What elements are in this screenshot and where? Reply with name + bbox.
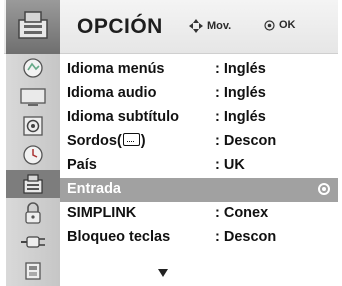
audio-icon xyxy=(23,116,43,136)
header-icon-box xyxy=(6,0,60,54)
row-label-suffix: ) xyxy=(140,133,146,149)
move-hint-label: Mov. xyxy=(207,20,232,32)
category-sidebar xyxy=(6,54,60,286)
row-value: : Inglés xyxy=(215,85,266,101)
row-label: País xyxy=(67,157,97,173)
option-menu-window: OPCIÓN Mov. OK Idioma menús: Inglés Idi… xyxy=(4,0,338,286)
option-list: Idioma menús : Inglés Idioma audio : Ing… xyxy=(60,58,338,250)
page-title: OPCIÓN xyxy=(77,15,163,38)
menu-row-input[interactable]: Entrada xyxy=(60,178,338,202)
sidebar-item-time[interactable] xyxy=(6,141,60,169)
screen-icon xyxy=(20,88,46,106)
menu-row-key-lock[interactable]: Bloqueo teclas : Descon xyxy=(60,226,338,250)
usb-icon xyxy=(25,262,41,280)
input-plug-icon xyxy=(21,236,45,248)
ok-button-icon xyxy=(264,19,275,31)
row-value: : Descon xyxy=(215,229,277,245)
menu-row-simplink[interactable]: SIMPLINK : Conex xyxy=(60,202,338,226)
menu-row-audio-language[interactable]: Idioma audio : Inglés xyxy=(60,82,338,106)
ok-hint-label: OK xyxy=(279,19,296,31)
move-arrows-icon xyxy=(189,19,203,33)
sidebar-item-audio[interactable] xyxy=(6,112,60,140)
sidebar-item-lock[interactable] xyxy=(6,199,60,227)
row-value: : UK xyxy=(215,157,245,173)
sidebar-item-option[interactable] xyxy=(6,170,60,198)
sidebar-item-usb[interactable] xyxy=(6,257,60,285)
menu-row-hearing-impaired[interactable]: Sordos() : Descon xyxy=(60,130,338,154)
selected-radio-icon xyxy=(318,183,330,195)
row-label: SIMPLINK xyxy=(67,205,137,221)
sidebar-item-picture[interactable] xyxy=(6,54,60,82)
row-label-prefix: Sordos( xyxy=(67,133,122,149)
row-label: Bloqueo teclas xyxy=(67,229,171,245)
row-label: Idioma subtítulo xyxy=(67,109,179,125)
option-icon xyxy=(18,11,48,39)
menu-header: OPCIÓN Mov. OK xyxy=(4,0,338,54)
scroll-down-arrow-icon[interactable] xyxy=(158,269,168,277)
row-value: : Inglés xyxy=(215,61,266,77)
menu-row-subtitle-language[interactable]: Idioma subtítulo : Inglés xyxy=(60,106,338,130)
row-label: Entrada xyxy=(67,181,121,197)
menu-row-menu-language[interactable]: Idioma menús : Inglés xyxy=(60,58,338,82)
row-label: Sordos() xyxy=(67,133,146,149)
ok-hint: OK xyxy=(264,19,296,31)
row-label: Idioma menús xyxy=(67,61,165,77)
sidebar-item-input[interactable] xyxy=(6,228,60,256)
menu-row-country[interactable]: País : UK xyxy=(60,154,338,178)
lock-icon xyxy=(25,202,41,224)
move-hint: Mov. xyxy=(189,19,231,33)
row-label: Idioma audio xyxy=(67,85,157,101)
option-icon xyxy=(23,174,43,194)
picture-icon xyxy=(23,58,43,78)
sidebar-item-screen[interactable] xyxy=(6,83,60,111)
row-value: : Descon xyxy=(215,133,277,149)
row-value: : Conex xyxy=(215,205,269,221)
subtitle-box-icon xyxy=(122,133,140,146)
clock-icon xyxy=(23,145,43,165)
row-value: : Inglés xyxy=(215,109,266,125)
